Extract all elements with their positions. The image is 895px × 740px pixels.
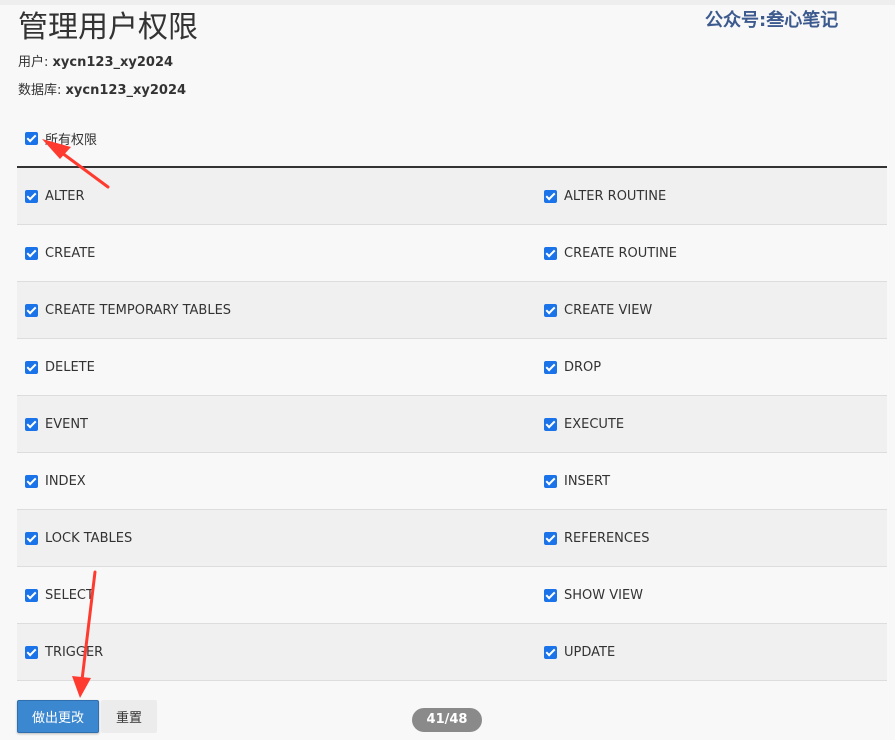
privilege-alter[interactable]: ALTER [17,168,544,224]
all-privileges-option[interactable]: 所有权限 [25,129,98,148]
reset-button[interactable]: 重置 [101,700,157,733]
privilege-checkbox[interactable] [25,303,38,317]
privilege-alter-routine[interactable]: ALTER ROUTINE [544,168,887,224]
privilege-create-routine[interactable]: CREATE ROUTINE [544,225,887,281]
privilege-checkbox[interactable] [544,645,557,659]
privilege-checkbox[interactable] [544,531,557,545]
privilege-checkbox[interactable] [25,246,38,260]
privilege-update[interactable]: UPDATE [544,624,887,680]
top-border [0,0,895,5]
table-row: TRIGGER UPDATE [17,624,887,681]
privilege-label: EXECUTE [564,416,625,432]
table-row: EVENT EXECUTE [17,396,887,453]
table-row: DELETE DROP [17,339,887,396]
privilege-label: UPDATE [564,644,616,660]
database-value: xycn123_xy2024 [65,83,187,98]
privilege-drop[interactable]: DROP [544,339,887,395]
privilege-label: CREATE ROUTINE [564,245,677,261]
privileges-table: ALTER ALTER ROUTINE CREATE CREATE ROUTIN… [17,166,887,681]
privilege-label: ALTER ROUTINE [564,188,667,204]
privilege-label: TRIGGER [45,644,104,660]
user-value: xycn123_xy2024 [52,55,174,70]
privilege-label: INSERT [564,473,611,489]
privilege-delete[interactable]: DELETE [17,339,544,395]
all-privileges-checkbox[interactable] [25,131,38,145]
privilege-show-view[interactable]: SHOW VIEW [544,567,887,623]
privilege-execute[interactable]: EXECUTE [544,396,887,452]
privilege-checkbox[interactable] [544,474,557,488]
privilege-label: REFERENCES [564,530,650,546]
privilege-label: SELECT [45,587,94,603]
privilege-checkbox[interactable] [25,531,38,545]
table-row: SELECT SHOW VIEW [17,567,887,624]
privilege-checkbox[interactable] [25,645,38,659]
page-counter: 41/48 [412,708,482,732]
watermark: 公众号:叁心笔记 [705,10,839,31]
privilege-checkbox[interactable] [25,474,38,488]
database-label: 数据库: [18,83,62,98]
privilege-create[interactable]: CREATE [17,225,544,281]
user-label: 用户: [18,55,49,70]
table-row: LOCK TABLES REFERENCES [17,510,887,567]
table-row: CREATE TEMPORARY TABLES CREATE VIEW [17,282,887,339]
page-title: 管理用户权限 [18,10,198,45]
privilege-label: EVENT [45,416,88,432]
privilege-label: INDEX [45,473,86,489]
privilege-checkbox[interactable] [25,189,38,203]
privilege-select[interactable]: SELECT [17,567,544,623]
privilege-checkbox[interactable] [544,303,557,317]
privilege-checkbox[interactable] [544,417,557,431]
user-info: 用户: xycn123_xy2024 [18,54,173,72]
privilege-checkbox[interactable] [25,417,38,431]
table-row: ALTER ALTER ROUTINE [17,168,887,225]
privilege-checkbox[interactable] [25,588,38,602]
privilege-label: CREATE TEMPORARY TABLES [45,302,232,318]
privilege-index[interactable]: INDEX [17,453,544,509]
privilege-lock-tables[interactable]: LOCK TABLES [17,510,544,566]
privilege-label: SHOW VIEW [564,587,644,603]
privilege-label: ALTER [45,188,85,204]
privilege-references[interactable]: REFERENCES [544,510,887,566]
privilege-label: CREATE [45,245,96,261]
privilege-trigger[interactable]: TRIGGER [17,624,544,680]
privilege-label: LOCK TABLES [45,530,133,546]
privilege-create-view[interactable]: CREATE VIEW [544,282,887,338]
table-row: INDEX INSERT [17,453,887,510]
privilege-checkbox[interactable] [544,588,557,602]
privilege-event[interactable]: EVENT [17,396,544,452]
database-info: 数据库: xycn123_xy2024 [18,82,186,100]
privilege-checkbox[interactable] [25,360,38,374]
privilege-checkbox[interactable] [544,189,557,203]
privilege-label: DELETE [45,359,95,375]
privilege-create-temporary-tables[interactable]: CREATE TEMPORARY TABLES [17,282,544,338]
privilege-label: DROP [564,359,602,375]
all-privileges-label: 所有权限 [45,132,98,148]
privilege-insert[interactable]: INSERT [544,453,887,509]
privilege-checkbox[interactable] [544,360,557,374]
privilege-label: CREATE VIEW [564,302,653,318]
privilege-checkbox[interactable] [544,246,557,260]
table-row: CREATE CREATE ROUTINE [17,225,887,282]
make-changes-button[interactable]: 做出更改 [17,700,99,733]
